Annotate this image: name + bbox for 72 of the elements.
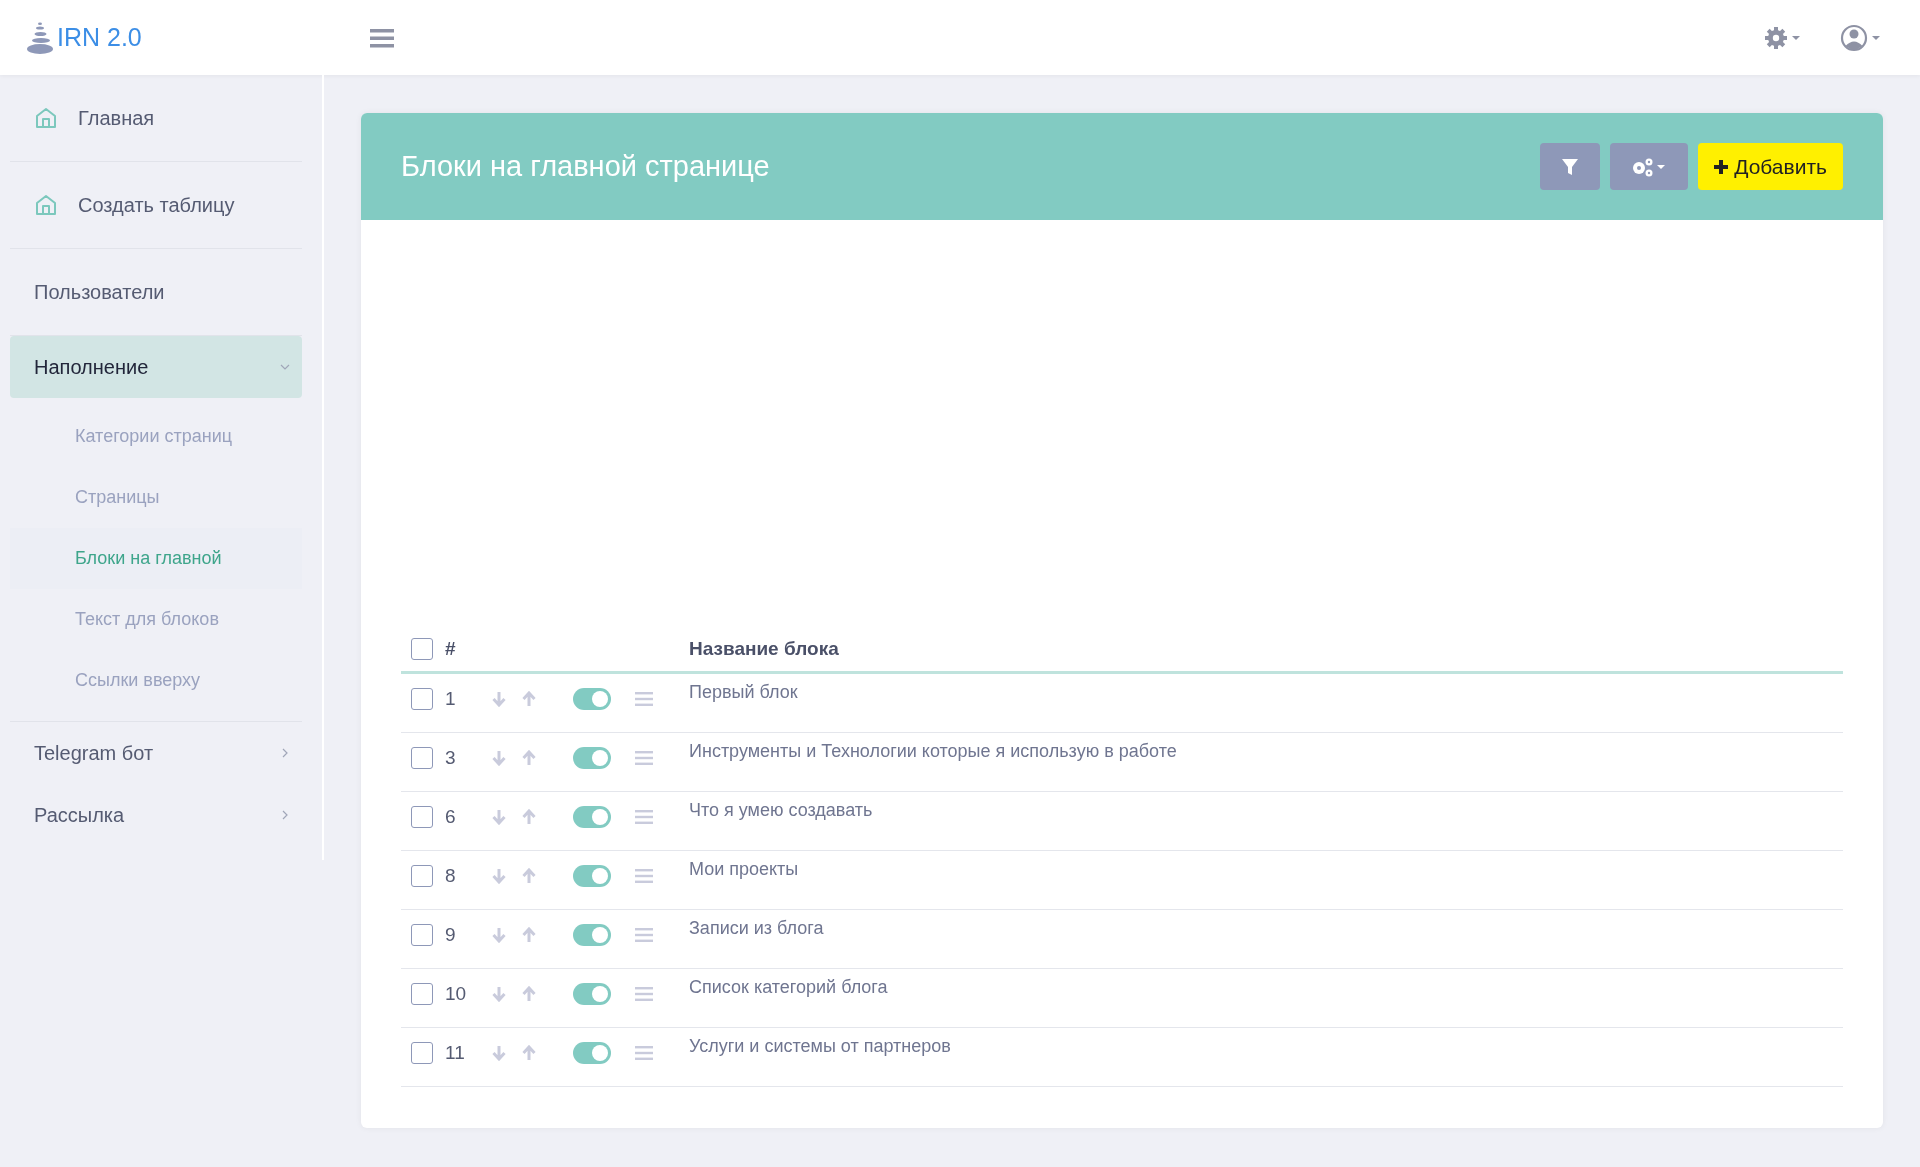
chevron-icon — [280, 810, 290, 820]
arrow-down-icon[interactable] — [491, 691, 507, 707]
card-title: Блоки на главной странице — [401, 150, 770, 183]
toggle-switch[interactable] — [573, 1042, 611, 1064]
add-button[interactable]: Добавить — [1698, 143, 1843, 190]
filter-button[interactable] — [1540, 143, 1601, 190]
row-checkbox[interactable] — [411, 924, 433, 946]
row-checkbox[interactable] — [411, 1042, 433, 1064]
drag-handle-icon[interactable] — [635, 928, 653, 942]
drag-handle-icon[interactable] — [635, 751, 653, 765]
row-checkbox[interactable] — [411, 983, 433, 1005]
arrow-up-icon[interactable] — [521, 868, 537, 884]
column-header: # — [445, 637, 456, 659]
sidebar-group-item[interactable]: Рассылка — [10, 784, 302, 846]
toggle-switch[interactable] — [573, 806, 611, 828]
block-name: Что я умею создавать — [689, 800, 873, 820]
arrow-down-icon[interactable] — [491, 1045, 507, 1061]
settings-dropdown-button[interactable] — [1610, 143, 1689, 190]
arrow-up-icon[interactable] — [521, 986, 537, 1002]
arrow-down-icon[interactable] — [491, 927, 507, 943]
sidebar-item[interactable]: Создать таблицу — [10, 162, 302, 248]
block-name: Первый блок — [689, 682, 798, 702]
block-name: Инструменты и Технологии которые я использую в работе — [689, 741, 1177, 761]
sidebar-group-item[interactable]: Наполнение — [10, 336, 302, 398]
toggle-switch[interactable] — [573, 924, 611, 946]
plus-icon — [1714, 159, 1729, 174]
arrow-down-icon[interactable] — [491, 986, 507, 1002]
row-number: 8 — [445, 865, 456, 886]
arrow-up-icon[interactable] — [521, 927, 537, 943]
logo-text[interactable]: IRN 2.0 — [57, 23, 142, 52]
toggle-switch[interactable] — [573, 747, 611, 769]
drag-handle-icon[interactable] — [635, 692, 653, 706]
arrow-down-icon[interactable] — [491, 809, 507, 825]
row-checkbox[interactable] — [411, 806, 433, 828]
toggle-switch[interactable] — [573, 983, 611, 1005]
drag-handle-icon[interactable] — [635, 810, 653, 824]
row-number: 6 — [445, 806, 456, 827]
row-number: 10 — [445, 983, 467, 1004]
row-checkbox[interactable] — [411, 688, 433, 710]
arrow-down-icon[interactable] — [491, 750, 507, 766]
drag-handle-icon[interactable] — [635, 1046, 653, 1060]
stone-stack-icon — [25, 21, 55, 54]
sidebar-item[interactable]: Главная — [10, 75, 302, 161]
toggle-switch[interactable] — [573, 688, 611, 710]
row-checkbox[interactable] — [411, 747, 433, 769]
arrow-up-icon[interactable] — [521, 1045, 537, 1061]
row-checkbox[interactable] — [411, 865, 433, 887]
column-header: Название блока — [689, 637, 839, 659]
row-number: 9 — [445, 924, 456, 945]
block-name: Мои проекты — [689, 859, 799, 879]
block-name: Список категорий блога — [689, 977, 888, 997]
sidebar-group-item[interactable]: Telegram бот — [10, 722, 302, 784]
arrow-up-icon[interactable] — [521, 691, 537, 707]
toggle-switch[interactable] — [573, 865, 611, 887]
row-number: 1 — [445, 688, 456, 709]
drag-handle-icon[interactable] — [635, 987, 653, 1001]
drag-handle-icon[interactable] — [635, 869, 653, 883]
chevron-icon — [280, 362, 290, 372]
arrow-up-icon[interactable] — [521, 809, 537, 825]
row-number: 11 — [445, 1042, 465, 1063]
block-name: Услуги и системы от партнеров — [689, 1036, 951, 1056]
row-number: 3 — [445, 747, 456, 768]
filter-icon — [1561, 157, 1580, 176]
select-all-checkbox[interactable] — [411, 637, 433, 660]
block-name: Записи из блога — [689, 918, 824, 938]
home-icon — [34, 193, 58, 217]
arrow-up-icon[interactable] — [521, 750, 537, 766]
sidebar-item[interactable]: Пользователи — [10, 249, 302, 335]
chevron-icon — [280, 748, 290, 758]
home-icon — [34, 106, 58, 130]
arrow-down-icon[interactable] — [491, 868, 507, 884]
menu-icon[interactable] — [370, 27, 394, 48]
